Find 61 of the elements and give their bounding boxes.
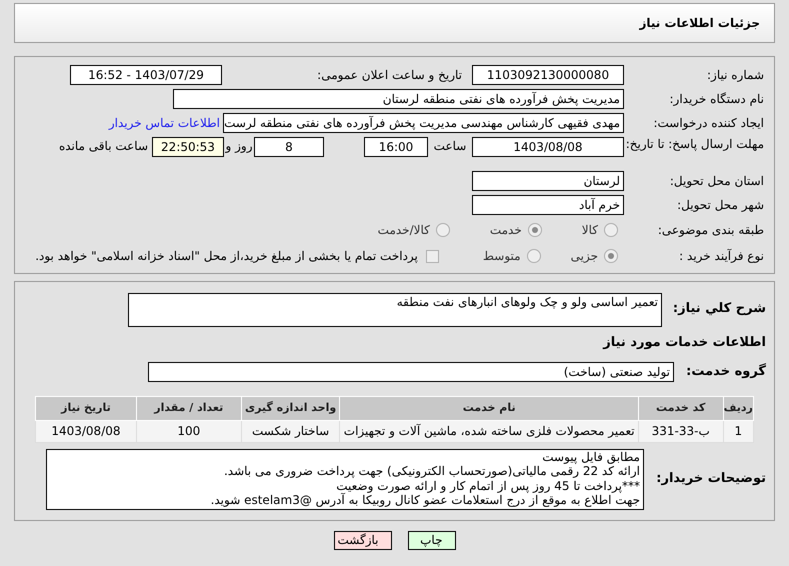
notes-line: ***پرداخت تا 45 روز پس از اتمام کار و ارائه صورت وضعیت bbox=[335, 478, 640, 493]
value-field: 1403/07/29 - 16:52 bbox=[70, 65, 222, 85]
field-label: تاریخ و ساعت اعلان عمومی: bbox=[317, 68, 462, 82]
column-header: تعداد / مقدار bbox=[136, 396, 242, 420]
field-label: توضیحات خریدار: bbox=[656, 471, 766, 486]
notes-line: مطابق فایل پیوست bbox=[541, 450, 640, 464]
notes-line: ارائه کد 22 رقمی مالیاتی(صورتحساب الکترونیکی) جهت پرداخت ضروری می باشد. bbox=[222, 464, 640, 478]
print-button[interactable]: چاپ bbox=[408, 530, 456, 550]
radio-label: خدمت bbox=[490, 222, 522, 239]
radio-label: متوسط bbox=[482, 248, 521, 265]
column-header: نام خدمت bbox=[340, 396, 638, 420]
field-label: شهر محل تحویل: bbox=[677, 198, 764, 212]
radio-label: جزیی bbox=[570, 248, 598, 265]
notes-line: جهت اطلاع به موقع از درج استعلامات عضو کانال روبیکا به آدرس @estelam3 شوید. bbox=[210, 493, 640, 508]
radio-label: کالا bbox=[582, 222, 598, 239]
table-cell: تعمیر محصولات فلزی ساخته شده، ماشین آلات و تجهیزات bbox=[340, 420, 638, 442]
table-cell: 100 bbox=[136, 420, 242, 442]
remaining-label: ساعت باقی مانده bbox=[58, 138, 148, 155]
value-field: لرستان bbox=[472, 171, 624, 191]
field-label: شماره نیاز: bbox=[707, 68, 764, 82]
column-header: واحد اندازه گیری bbox=[241, 396, 340, 420]
field-label: طبقه بندی موضوعی: bbox=[658, 223, 764, 237]
radio-button[interactable] bbox=[604, 223, 618, 237]
table-cell: ساختار شکست bbox=[241, 420, 340, 442]
notes-field[interactable] bbox=[46, 448, 644, 510]
field-label: شرح کلي نياز: bbox=[672, 301, 766, 316]
radio-button[interactable] bbox=[528, 223, 542, 237]
table-cell: 1403/08/08 bbox=[36, 420, 136, 442]
radio-button[interactable] bbox=[526, 249, 541, 263]
radio-button[interactable] bbox=[604, 249, 618, 263]
field-label: ایجاد کننده درخواست: bbox=[653, 116, 764, 130]
field-label: استان محل تحویل: bbox=[670, 174, 764, 188]
section-heading: اطلاعات خدمات مورد نیاز bbox=[602, 334, 766, 352]
value-field: مهدی فقیهی کارشناس مهندسی مدیریت پخش فرآورده های نفتی منطقه لرست bbox=[223, 113, 624, 133]
column-header: کد خدمت bbox=[638, 396, 724, 420]
checkbox-label: پرداخت تمام یا بخشی از مبلغ خرید،از محل "اسناد خزانه اسلامی" خواهد بود. bbox=[35, 248, 418, 265]
time-label: ساعت bbox=[432, 138, 468, 155]
page-title: جزئیات اطلاعات نیاز bbox=[639, 15, 760, 32]
field-label: گروه خدمت: bbox=[686, 364, 766, 379]
value-field: 16:00 bbox=[364, 137, 428, 157]
column-header: تاریخ نیاز bbox=[36, 396, 136, 420]
back-button[interactable]: بازگشت bbox=[334, 530, 392, 550]
value-field: 22:50:53 bbox=[152, 137, 224, 157]
value-field: 8 bbox=[254, 137, 324, 157]
table-cell: ب-33-331 bbox=[638, 420, 724, 442]
description-field[interactable]: تعمیر اساسی ولو و چک ولوهای انبارهای نفت منطقه bbox=[128, 293, 662, 327]
field-label: نوع فرآیند خرید : bbox=[679, 249, 764, 263]
value-field: مدیریت پخش فرآورده های نفتی منطقه لرستان bbox=[173, 89, 624, 109]
value-field: 1403/08/08 bbox=[472, 137, 624, 157]
contact-link[interactable]: اطلاعات تماس خریدار bbox=[108, 114, 220, 132]
checkbox[interactable] bbox=[426, 250, 439, 262]
field-label: نام دستگاه خریدار: bbox=[670, 92, 764, 106]
value-field: تولید صنعتی (ساخت) bbox=[148, 362, 674, 382]
table-cell: 1 bbox=[723, 420, 754, 442]
days-label: روز و bbox=[224, 138, 254, 155]
value-field: خرم آباد bbox=[472, 195, 624, 215]
radio-button[interactable] bbox=[436, 223, 450, 237]
radio-label: کالا/خدمت bbox=[378, 222, 430, 239]
value-field: 1103092130000080 bbox=[472, 65, 624, 85]
field-label: مهلت ارسال پاسخ: تا تاریخ: bbox=[626, 137, 764, 151]
column-header: ردیف bbox=[723, 396, 754, 420]
